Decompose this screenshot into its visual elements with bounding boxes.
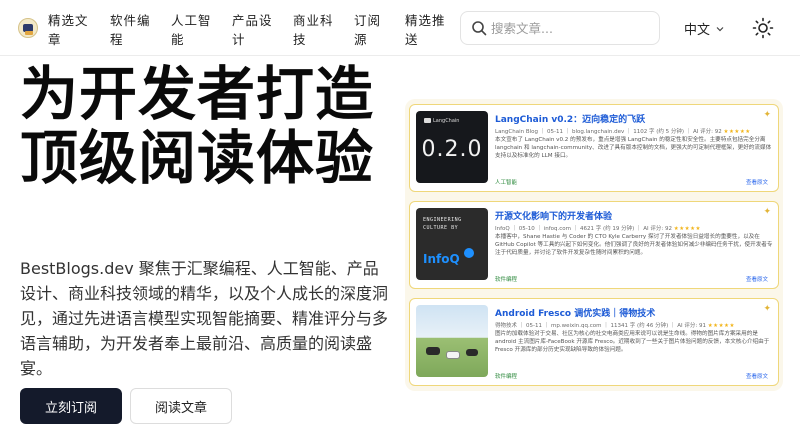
read-articles-button[interactable]: 阅读文章 <box>130 388 232 424</box>
article-category-tag[interactable]: 人工智能 <box>495 178 517 186</box>
article-summary: 图片的加载体验对于交易、社区为核心的社交电商类应用来说可以说是生命线。得物的图片… <box>495 331 770 353</box>
chevron-down-icon <box>716 26 724 31</box>
thumbnail-version-text: 0.2.0 <box>421 137 483 162</box>
article-card[interactable]: ENGINEERING CULTURE BY InfoQ 开源文化影响下的开发者… <box>409 201 779 289</box>
nav-item-product-design[interactable]: 产品设计 <box>232 11 278 49</box>
article-summary: 本播客中，Shane Hastie 与 Coder 的 CTO Kyle Car… <box>495 234 773 256</box>
article-thumbnail <box>416 305 488 377</box>
view-original-link[interactable]: 查看原文 <box>746 178 768 186</box>
article-meta: 得物技术 ｜ 05-11 ｜ mp.weixin.qq.com ｜ 11341 … <box>495 323 735 329</box>
article-card[interactable]: LangChain 0.2.0 LangChain v0.2：迈向稳定的飞跃 L… <box>409 104 779 192</box>
article-thumbnail: LangChain 0.2.0 <box>416 111 488 183</box>
article-category-tag[interactable]: 软件编程 <box>495 275 517 283</box>
subscribe-button[interactable]: 立刻订阅 <box>20 388 122 424</box>
search-input[interactable] <box>491 18 651 38</box>
nav-item-featured-articles[interactable]: 精选文章 <box>48 11 94 49</box>
article-card[interactable]: Android Fresco 调优实践｜得物技术 得物技术 ｜ 05-11 ｜ … <box>409 298 779 386</box>
article-thumbnail: ENGINEERING CULTURE BY InfoQ <box>416 208 488 280</box>
article-category-tag[interactable]: 软件编程 <box>495 372 517 380</box>
language-selector[interactable]: 中文 <box>684 19 724 38</box>
nav-item-featured-push[interactable]: 精选推送 <box>405 11 451 49</box>
search-icon <box>472 21 487 36</box>
nav-item-programming[interactable]: 软件编程 <box>110 11 156 49</box>
sparkle-icon: ✦ <box>763 110 771 120</box>
nav-item-ai[interactable]: 人工智能 <box>171 11 217 49</box>
sun-icon[interactable] <box>752 17 774 39</box>
infoq-logo-icon: InfoQ <box>423 252 460 266</box>
sparkle-icon: ✦ <box>763 207 771 217</box>
langchain-logo-icon: LangChain <box>424 118 459 124</box>
nav-item-business-tech[interactable]: 商业科技 <box>293 11 339 49</box>
article-meta: LangChain Blog ｜ 05-11 ｜ blog.langchain.… <box>495 129 751 135</box>
search-box[interactable] <box>460 11 660 45</box>
rating-stars: ★★★★★ <box>723 129 751 135</box>
rating-stars: ★★★★★ <box>673 226 701 232</box>
nav-item-subscriptions[interactable]: 订阅源 <box>354 11 390 49</box>
article-title[interactable]: Android Fresco 调优实践｜得物技术 <box>495 306 655 319</box>
hero-description: BestBlogs.dev 聚焦于汇聚编程、人工智能、产品设计、商业科技领域的精… <box>20 259 389 378</box>
view-original-link[interactable]: 查看原文 <box>746 372 768 380</box>
bestblogs-logo-icon[interactable] <box>18 18 38 38</box>
article-title[interactable]: LangChain v0.2：迈向稳定的飞跃 <box>495 112 645 125</box>
featured-articles-panel: LangChain 0.2.0 LangChain v0.2：迈向稳定的飞跃 L… <box>405 99 783 391</box>
article-meta: InfoQ ｜ 05-10 ｜ infoq.com ｜ 4621 字 (约 19… <box>495 226 701 232</box>
hero-title: 为开发者打造顶级阅读体验 <box>20 60 375 192</box>
rating-stars: ★★★★★ <box>707 323 735 329</box>
sparkle-icon: ✦ <box>763 304 771 314</box>
language-label: 中文 <box>684 23 711 38</box>
top-navigation-bar: 精选文章 软件编程 人工智能 产品设计 商业科技 订阅源 精选推送 中文 <box>0 0 800 56</box>
article-summary: 本文宣布了 LangChain v0.2 的预发布，重点是增强 LangChai… <box>495 137 772 159</box>
article-title[interactable]: 开源文化影响下的开发者体验 <box>495 209 612 222</box>
thumbnail-caption: ENGINEERING CULTURE BY <box>423 217 462 231</box>
view-original-link[interactable]: 查看原文 <box>746 275 768 283</box>
